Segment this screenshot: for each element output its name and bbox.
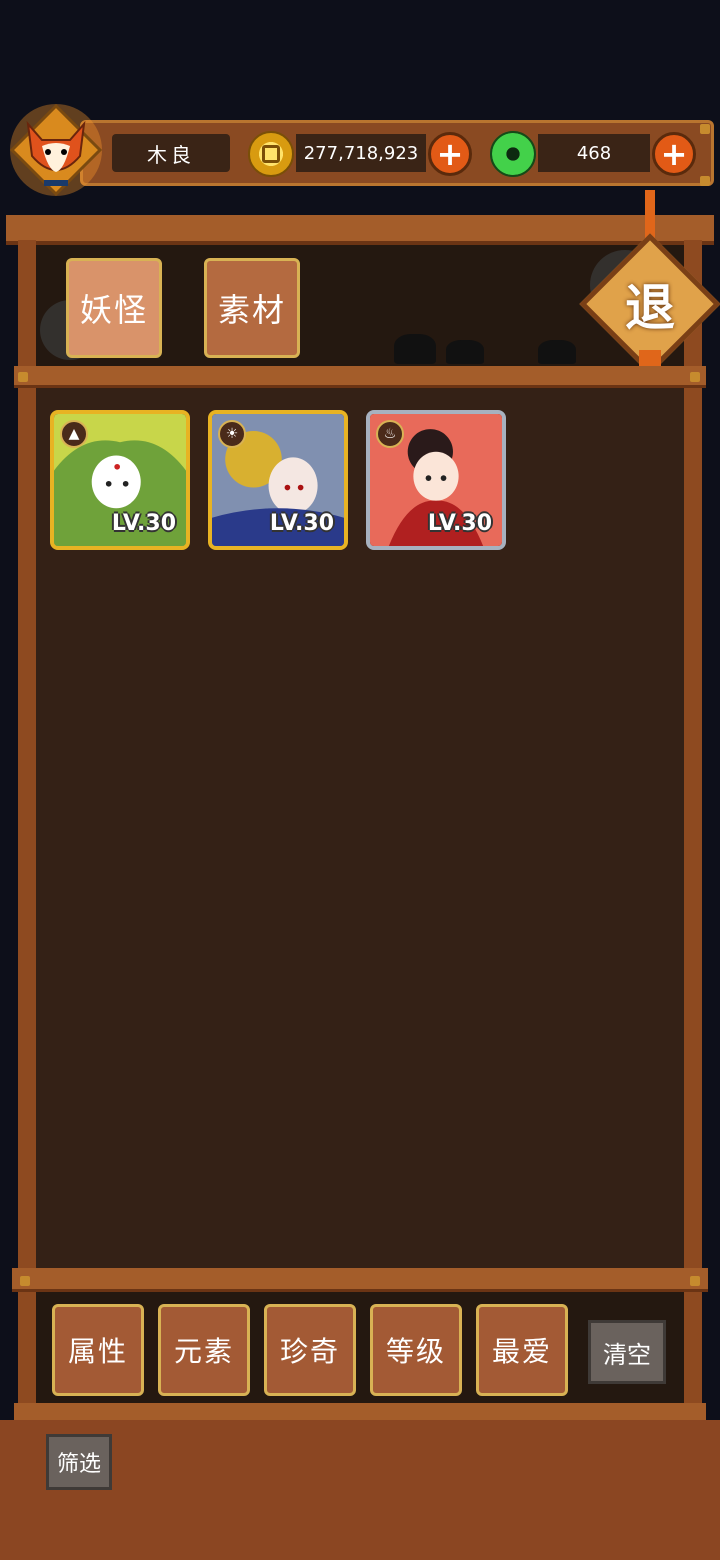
- add-gold-button[interactable]: +: [428, 132, 472, 176]
- filter-favorite-button[interactable]: 最爱: [476, 1304, 568, 1396]
- earth-element-icon: ▲: [60, 420, 88, 448]
- frame-top-beam: [6, 215, 714, 245]
- tab-monsters[interactable]: 妖怪: [66, 258, 162, 358]
- shadow-creature-icon: [538, 340, 576, 364]
- frame-right-post: [684, 240, 702, 1440]
- fire-element-icon: ♨: [376, 420, 404, 448]
- rivet: [690, 1276, 700, 1286]
- rivet: [700, 124, 710, 134]
- plus-icon: +: [660, 135, 688, 173]
- frame-left-post: [18, 240, 36, 1440]
- shadow-creature-icon: [394, 334, 436, 364]
- clear-button[interactable]: 清空: [588, 1320, 666, 1384]
- filter-attribute-button[interactable]: 属性: [52, 1304, 144, 1396]
- shadow-creature-icon: [446, 340, 484, 364]
- shelf-beam: [14, 366, 706, 388]
- jade-disc-icon: [490, 131, 536, 177]
- gold-amount: 277,718,923: [296, 134, 426, 172]
- screen-button[interactable]: 筛选: [46, 1434, 112, 1490]
- rivet: [690, 372, 700, 382]
- filter-beam: [12, 1268, 708, 1292]
- jade-amount: 468: [538, 134, 650, 172]
- player-name: 木良: [112, 134, 230, 172]
- rivet: [700, 176, 710, 186]
- monster-level: LV.30: [427, 511, 492, 536]
- exit-label[interactable]: 退: [600, 254, 700, 354]
- tab-materials[interactable]: 素材: [204, 258, 300, 358]
- monster-card-3[interactable]: ♨ LV.30: [366, 410, 506, 550]
- filter-element-button[interactable]: 元素: [158, 1304, 250, 1396]
- filter-level-button[interactable]: 等级: [370, 1304, 462, 1396]
- plus-icon: +: [436, 135, 464, 173]
- monster-level: LV.30: [269, 511, 334, 536]
- monster-level: LV.30: [111, 511, 176, 536]
- monster-card-2[interactable]: ☀ LV.30: [208, 410, 348, 550]
- fox-mask-icon[interactable]: [6, 100, 106, 200]
- rivet: [18, 372, 28, 382]
- rivet: [20, 1276, 30, 1286]
- add-jade-button[interactable]: +: [652, 132, 696, 176]
- gold-coin-icon: [248, 131, 294, 177]
- light-element-icon: ☀: [218, 420, 246, 448]
- monster-card-1[interactable]: ▲ LV.30: [50, 410, 190, 550]
- filter-rarity-button[interactable]: 珍奇: [264, 1304, 356, 1396]
